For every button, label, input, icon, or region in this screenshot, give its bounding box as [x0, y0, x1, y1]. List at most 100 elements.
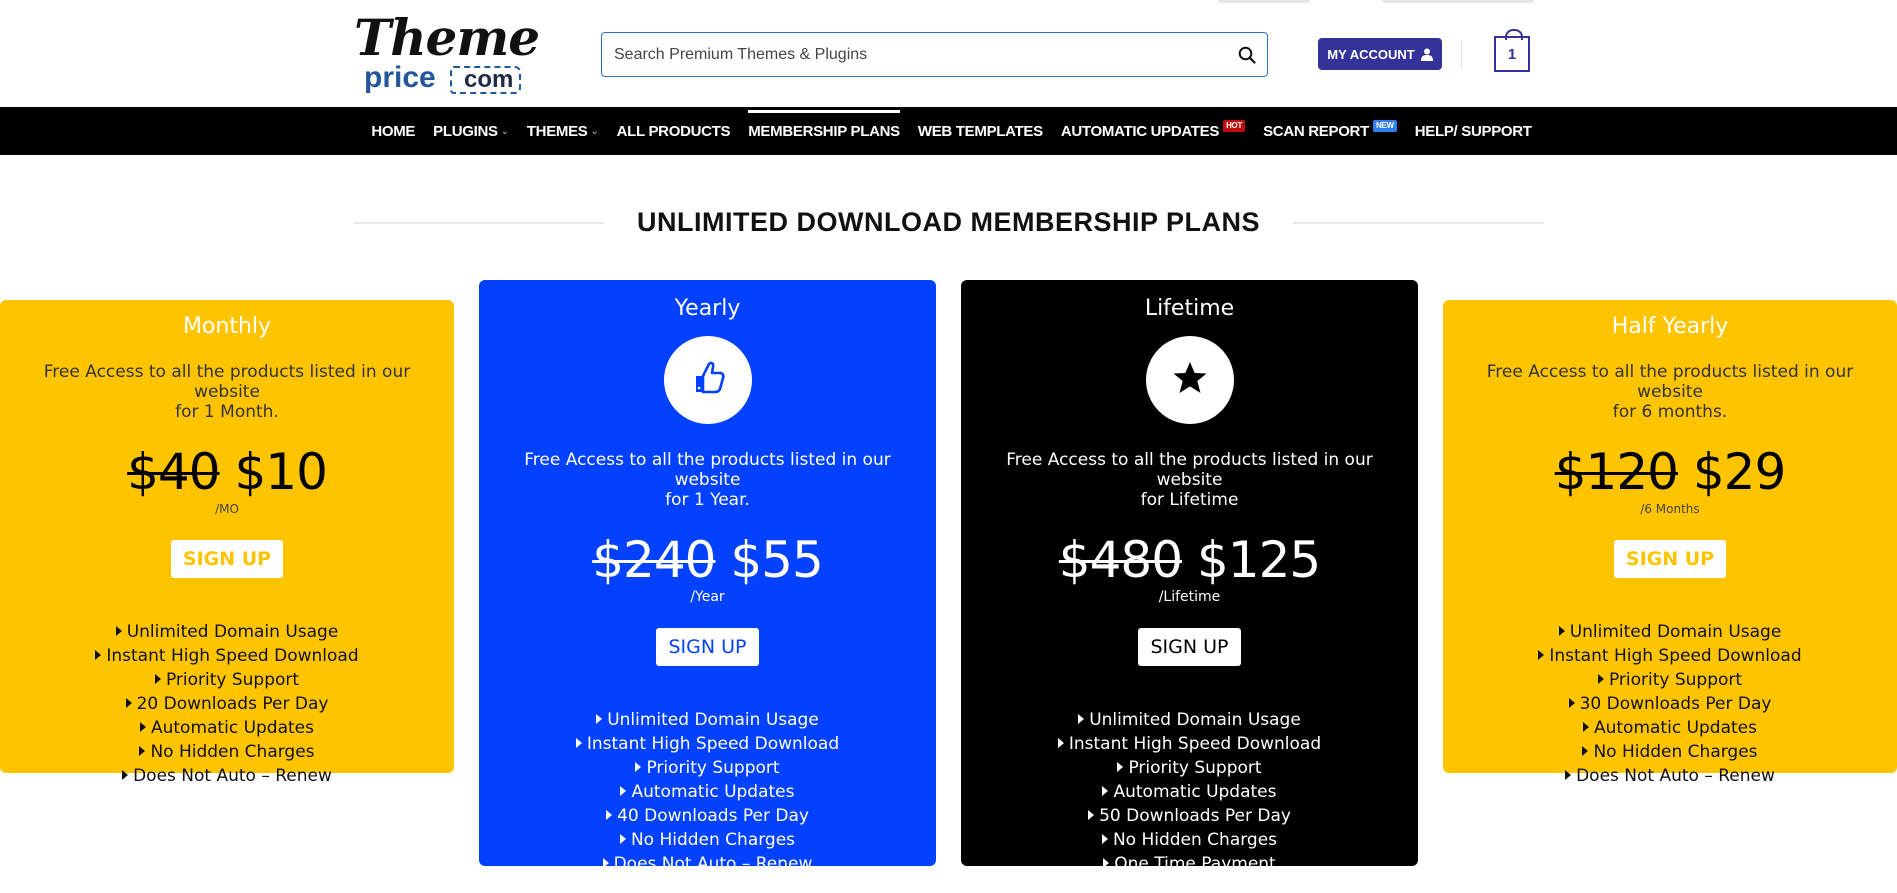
plan-title: Monthly: [182, 314, 272, 339]
top-tab[interactable]: [1382, 0, 1534, 3]
new-badge: NEW: [1372, 120, 1397, 132]
plan-price: $40 $10: [0, 444, 454, 500]
plan-period: /6 Months: [1640, 502, 1700, 516]
caret-right-icon: [575, 738, 582, 748]
caret-right-icon: [1558, 626, 1565, 636]
nav-item-web-templates[interactable]: WEB TEMPLATES: [918, 107, 1043, 155]
nav-item-label: PLUGINS: [433, 122, 498, 140]
caret-right-icon: [1078, 714, 1085, 724]
caret-right-icon: [606, 810, 613, 820]
plan-title: Lifetime: [1144, 296, 1235, 321]
caret-right-icon: [115, 626, 122, 636]
plan-description-line: Free Access to all the products listed i…: [43, 362, 411, 402]
caret-right-icon: [1582, 746, 1589, 756]
plan-period: /MO: [215, 502, 239, 516]
feature-label: No Hidden Charges: [150, 742, 315, 762]
feature-label: Unlimited Domain Usage: [607, 710, 819, 730]
feature-item: No Hidden Charges: [0, 740, 454, 764]
nav-item-label: ALL PRODUCTS: [616, 122, 731, 140]
main-nav: HOME PLUGINS ⌄ THEMES ⌄ ALL PRODUCTS MEMBERSHI…: [0, 107, 1897, 155]
plan-description-line: Free Access to all the products listed i…: [524, 450, 891, 490]
feature-item: 30 Downloads Per Day: [1443, 692, 1897, 716]
feature-item: Unlimited Domain Usage: [961, 708, 1418, 732]
caret-right-icon: [1568, 698, 1575, 708]
feature-label: Priority Support: [1608, 670, 1743, 690]
cart-button[interactable]: 1: [1494, 29, 1530, 72]
plan-description: Free Access to all the products listed i…: [479, 450, 936, 510]
nav-item-plugins[interactable]: PLUGINS ⌄: [433, 107, 509, 155]
feature-label: Does Not Auto – Renew: [613, 854, 813, 874]
feature-label: One Time Payment: [1114, 854, 1276, 874]
logo-text-theme: Theme: [354, 8, 540, 67]
nav-item-scan-report[interactable]: SCAN REPORT NEW: [1263, 107, 1397, 155]
nav-item-label: THEMES: [526, 122, 588, 140]
sign-up-button[interactable]: SIGN UP: [656, 628, 759, 666]
caret-right-icon: [139, 746, 146, 756]
plan-description: Free Access to all the products listed i…: [961, 450, 1418, 510]
plan-price: $240 $55: [479, 532, 936, 588]
nav-item-help-support[interactable]: HELP/ SUPPORT: [1415, 107, 1532, 155]
plan-description-line: for 1 Month.: [175, 402, 279, 422]
nav-item-themes[interactable]: THEMES ⌄: [527, 107, 599, 155]
sign-up-button[interactable]: SIGN UP: [1138, 628, 1241, 666]
plan-description-line: Free Access to all the products listed i…: [1486, 362, 1854, 402]
feature-label: 40 Downloads Per Day: [617, 806, 809, 826]
feature-label: No Hidden Charges: [1593, 742, 1758, 762]
plan-title: Yearly: [674, 296, 741, 321]
my-account-button[interactable]: MY ACCOUNT: [1318, 38, 1442, 70]
caret-right-icon: [125, 698, 132, 708]
search-bar: [601, 32, 1268, 77]
feature-label: Unlimited Domain Usage: [126, 622, 339, 642]
feature-label: Priority Support: [165, 670, 300, 690]
sign-up-button[interactable]: SIGN UP: [170, 540, 284, 578]
feature-item: Automatic Updates: [479, 780, 936, 804]
feature-item: 50 Downloads Per Day: [961, 804, 1418, 828]
feature-label: No Hidden Charges: [1112, 830, 1278, 850]
sign-up-button[interactable]: SIGN UP: [1613, 540, 1727, 578]
nav-item-membership-plans[interactable]: MEMBERSHIP PLANS: [748, 107, 900, 155]
search-icon: [1238, 46, 1256, 64]
nav-item-automatic-updates[interactable]: AUTOMATIC UPDATES HOT: [1060, 107, 1246, 155]
feature-item: Unlimited Domain Usage: [0, 620, 454, 644]
caret-right-icon: [635, 762, 642, 772]
feature-item: Priority Support: [961, 756, 1418, 780]
my-account-label: MY ACCOUNT: [1327, 46, 1415, 62]
plan-price: $480 $125: [961, 532, 1418, 588]
nav-item-label: SCAN REPORT: [1263, 122, 1369, 140]
feature-list: Unlimited Domain Usage Instant High Speed…: [1443, 620, 1897, 788]
search-button[interactable]: [1227, 33, 1267, 76]
site-logo[interactable]: Theme price com: [354, 10, 540, 94]
section-heading: UNLIMITED DOWNLOAD MEMBERSHIP PLANS: [0, 204, 1897, 240]
plan-description: Free Access to all the products listed i…: [1443, 362, 1897, 422]
feature-item: Does Not Auto – Renew: [0, 764, 454, 788]
nav-item-all-products[interactable]: ALL PRODUCTS: [617, 107, 731, 155]
feature-item: Automatic Updates: [1443, 716, 1897, 740]
header-divider: [1461, 40, 1462, 68]
feature-label: Priority Support: [1128, 758, 1262, 778]
search-input[interactable]: [602, 45, 1227, 64]
nav-item-label: AUTOMATIC UPDATES: [1060, 122, 1220, 140]
caret-right-icon: [1538, 650, 1545, 660]
logo-tag-com: com: [450, 66, 522, 94]
feature-list: Unlimited Domain Usage Instant High Speed…: [0, 620, 454, 788]
feature-label: 30 Downloads Per Day: [1579, 694, 1772, 714]
feature-label: Does Not Auto – Renew: [1576, 766, 1775, 786]
top-tab[interactable]: [1218, 0, 1310, 3]
feature-item: 40 Downloads Per Day: [479, 804, 936, 828]
feature-label: Instant High Speed Download: [1068, 734, 1322, 754]
current-price: $125: [1196, 531, 1321, 589]
plan-description-line: for 1 Year.: [665, 490, 750, 510]
caret-right-icon: [1057, 738, 1064, 748]
nav-item-label: HELP/ SUPPORT: [1414, 122, 1532, 140]
plan-icon-badge: [1145, 336, 1234, 424]
feature-label: 20 Downloads Per Day: [136, 694, 329, 714]
feature-list: Unlimited Domain Usage Instant High Speed…: [479, 708, 936, 876]
hot-badge: HOT: [1223, 120, 1246, 132]
plan-description-line: Free Access to all the products listed i…: [1006, 450, 1373, 490]
nav-item-home[interactable]: HOME: [371, 107, 415, 155]
plan-price: $120 $29: [1443, 444, 1897, 500]
feature-item: Unlimited Domain Usage: [1443, 620, 1897, 644]
caret-right-icon: [596, 714, 603, 724]
feature-item: Instant High Speed Download: [0, 644, 454, 668]
plan-period: /Year: [690, 589, 725, 605]
